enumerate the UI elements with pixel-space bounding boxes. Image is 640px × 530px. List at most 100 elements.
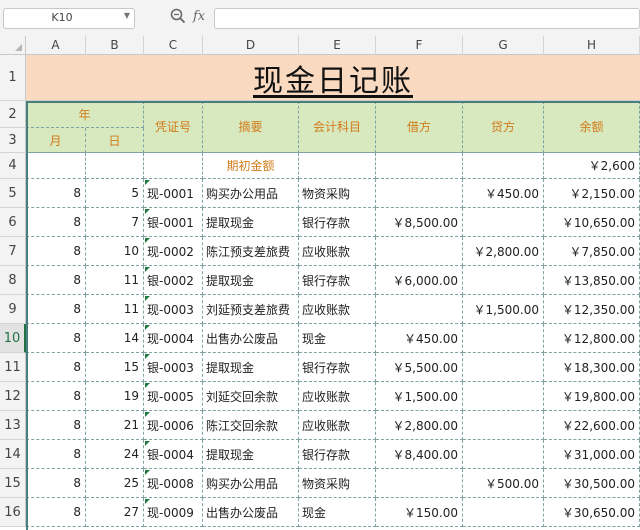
account-cell[interactable]: 银行存款 xyxy=(299,208,376,237)
balance-cell[interactable]: ￥13,850.00 xyxy=(544,266,640,295)
cell-e4[interactable] xyxy=(299,153,376,179)
column-header[interactable]: E xyxy=(299,36,376,55)
account-cell[interactable]: 物资采购 xyxy=(299,469,376,498)
balance-cell[interactable]: ￥12,350.00 xyxy=(544,295,640,324)
credit-cell[interactable] xyxy=(463,208,544,237)
day-cell[interactable]: 10 xyxy=(86,237,144,266)
row-header[interactable]: 4 xyxy=(0,153,26,179)
column-header[interactable]: A xyxy=(26,36,86,55)
row-header[interactable]: 6 xyxy=(0,208,26,237)
account-cell[interactable]: 物资采购 xyxy=(299,179,376,208)
day-cell[interactable]: 24 xyxy=(86,440,144,469)
credit-cell[interactable] xyxy=(463,411,544,440)
header-day[interactable]: 日 xyxy=(86,128,144,153)
balance-cell[interactable]: ￥18,300.00 xyxy=(544,353,640,382)
column-header[interactable]: G xyxy=(463,36,544,55)
zoom-magnifier-icon[interactable] xyxy=(170,8,186,28)
row-header[interactable]: 5 xyxy=(0,179,26,208)
header-month[interactable]: 月 xyxy=(26,128,86,153)
debit-cell[interactable] xyxy=(376,295,463,324)
voucher-cell[interactable]: 银-0002 xyxy=(144,266,203,295)
day-cell[interactable]: 27 xyxy=(86,498,144,527)
debit-cell[interactable]: ￥8,500.00 xyxy=(376,208,463,237)
row-header[interactable]: 1 xyxy=(0,55,26,101)
row-header[interactable]: 16 xyxy=(0,498,26,527)
credit-cell[interactable] xyxy=(463,324,544,353)
voucher-cell[interactable]: 现-0001 xyxy=(144,179,203,208)
select-all-corner[interactable] xyxy=(0,36,26,55)
summary-cell[interactable]: 提取现金 xyxy=(203,440,299,469)
credit-cell[interactable] xyxy=(463,266,544,295)
day-cell[interactable]: 11 xyxy=(86,295,144,324)
credit-cell[interactable] xyxy=(463,498,544,527)
header-account[interactable]: 会计科目 xyxy=(299,101,376,153)
header-summary[interactable]: 摘要 xyxy=(203,101,299,153)
voucher-cell[interactable]: 现-0002 xyxy=(144,237,203,266)
summary-cell[interactable]: 购买办公用品 xyxy=(203,179,299,208)
name-box[interactable]: K10 ▼ xyxy=(3,8,135,29)
balance-cell[interactable]: ￥30,650.00 xyxy=(544,498,640,527)
cell-g4[interactable] xyxy=(463,153,544,179)
opening-balance-cell[interactable]: ￥2,600 xyxy=(544,153,640,179)
debit-cell[interactable]: ￥6,000.00 xyxy=(376,266,463,295)
debit-cell[interactable] xyxy=(376,469,463,498)
summary-cell[interactable]: 陈江预支差旅费 xyxy=(203,237,299,266)
month-cell[interactable]: 8 xyxy=(26,208,86,237)
voucher-cell[interactable]: 现-0005 xyxy=(144,382,203,411)
cell-b4[interactable] xyxy=(86,153,144,179)
credit-cell[interactable] xyxy=(463,382,544,411)
day-cell[interactable]: 7 xyxy=(86,208,144,237)
row-header[interactable]: 13 xyxy=(0,411,26,440)
voucher-cell[interactable]: 现-0006 xyxy=(144,411,203,440)
summary-cell[interactable]: 提取现金 xyxy=(203,266,299,295)
month-cell[interactable]: 8 xyxy=(26,469,86,498)
row-header[interactable]: 14 xyxy=(0,440,26,469)
debit-cell[interactable]: ￥450.00 xyxy=(376,324,463,353)
account-cell[interactable]: 银行存款 xyxy=(299,266,376,295)
debit-cell[interactable]: ￥5,500.00 xyxy=(376,353,463,382)
credit-cell[interactable]: ￥1,500.00 xyxy=(463,295,544,324)
day-cell[interactable]: 5 xyxy=(86,179,144,208)
balance-cell[interactable]: ￥31,000.00 xyxy=(544,440,640,469)
credit-cell[interactable]: ￥2,800.00 xyxy=(463,237,544,266)
cell-f4[interactable] xyxy=(376,153,463,179)
account-cell[interactable]: 应收账款 xyxy=(299,411,376,440)
row-header[interactable]: 10 xyxy=(0,324,26,353)
summary-cell[interactable]: 出售办公废品 xyxy=(203,324,299,353)
day-cell[interactable]: 19 xyxy=(86,382,144,411)
account-cell[interactable]: 现金 xyxy=(299,498,376,527)
column-header[interactable]: F xyxy=(376,36,463,55)
summary-cell[interactable]: 刘延预支差旅费 xyxy=(203,295,299,324)
month-cell[interactable]: 8 xyxy=(26,353,86,382)
day-cell[interactable]: 21 xyxy=(86,411,144,440)
credit-cell[interactable] xyxy=(463,353,544,382)
day-cell[interactable]: 14 xyxy=(86,324,144,353)
voucher-cell[interactable]: 现-0003 xyxy=(144,295,203,324)
opening-summary-cell[interactable]: 期初金额 xyxy=(203,153,299,179)
voucher-cell[interactable]: 现-0004 xyxy=(144,324,203,353)
balance-cell[interactable]: ￥30,500.00 xyxy=(544,469,640,498)
chevron-down-icon[interactable]: ▼ xyxy=(124,11,130,20)
row-header[interactable]: 8 xyxy=(0,266,26,295)
month-cell[interactable]: 8 xyxy=(26,295,86,324)
debit-cell[interactable]: ￥8,400.00 xyxy=(376,440,463,469)
account-cell[interactable]: 应收账款 xyxy=(299,237,376,266)
header-voucher[interactable]: 凭证号 xyxy=(144,101,203,153)
day-cell[interactable]: 11 xyxy=(86,266,144,295)
account-cell[interactable]: 应收账款 xyxy=(299,295,376,324)
month-cell[interactable]: 8 xyxy=(26,324,86,353)
header-year[interactable]: 年 xyxy=(26,101,144,128)
debit-cell[interactable] xyxy=(376,179,463,208)
row-header[interactable]: 7 xyxy=(0,237,26,266)
voucher-cell[interactable]: 银-0004 xyxy=(144,440,203,469)
row-header[interactable]: 9 xyxy=(0,295,26,324)
balance-cell[interactable]: ￥2,150.00 xyxy=(544,179,640,208)
sheet-title-cell[interactable]: 现金日记账 xyxy=(26,55,640,101)
credit-cell[interactable]: ￥450.00 xyxy=(463,179,544,208)
column-header[interactable]: B xyxy=(86,36,144,55)
month-cell[interactable]: 8 xyxy=(26,498,86,527)
header-balance[interactable]: 余额 xyxy=(544,101,640,153)
header-credit[interactable]: 贷方 xyxy=(463,101,544,153)
month-cell[interactable]: 8 xyxy=(26,382,86,411)
day-cell[interactable]: 15 xyxy=(86,353,144,382)
